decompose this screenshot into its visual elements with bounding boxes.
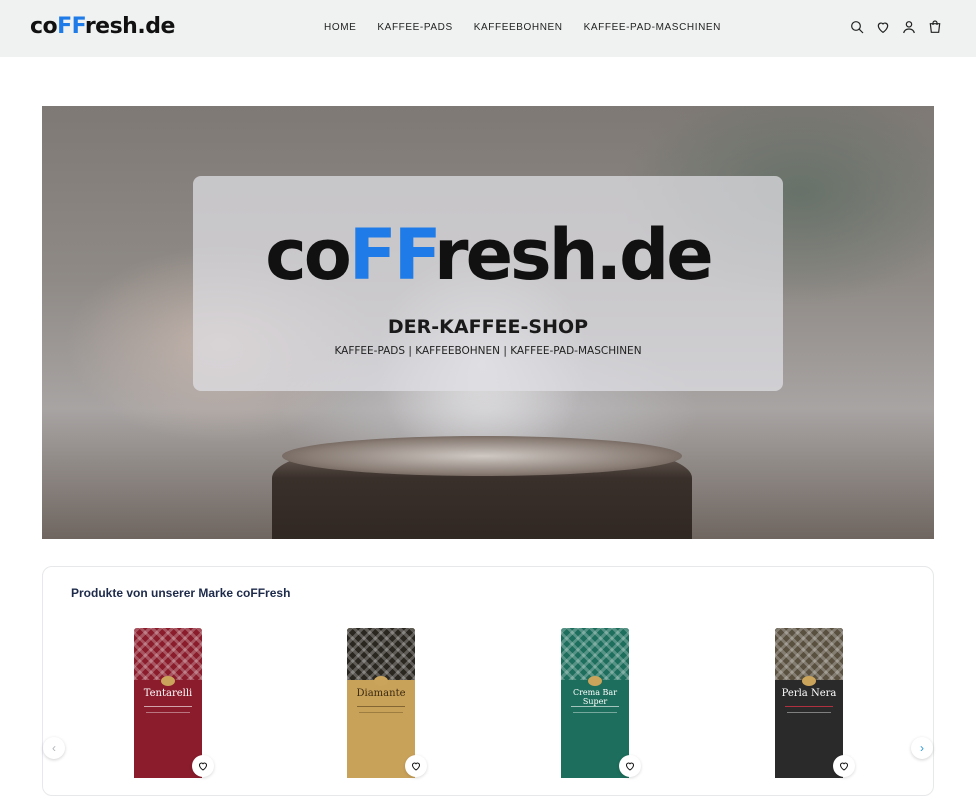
carousel-prev-button[interactable]: ‹ bbox=[43, 737, 65, 759]
search-icon[interactable] bbox=[849, 19, 865, 35]
product-card[interactable]: Tentarelli bbox=[107, 625, 227, 778]
cart-icon[interactable] bbox=[927, 19, 943, 35]
bag-pattern bbox=[775, 628, 843, 680]
bag-divider bbox=[146, 712, 190, 713]
product-name: Diamante bbox=[356, 688, 406, 699]
wishlist-button[interactable] bbox=[619, 755, 641, 777]
product-name: Crema Bar Super bbox=[572, 688, 618, 706]
bag-divider bbox=[787, 712, 831, 713]
product-name: Perla Nera bbox=[781, 688, 837, 699]
bag-badge bbox=[374, 676, 388, 686]
bag-divider bbox=[359, 712, 403, 713]
hero-banner: coFFresh.de DER-KAFFEE-SHOP KAFFEE-PADS … bbox=[42, 106, 934, 539]
section-title: Produkte von unserer Marke coFFresh bbox=[71, 586, 291, 600]
bag-divider bbox=[144, 706, 192, 707]
logo-text-suffix: resh.de bbox=[84, 14, 176, 39]
heart-icon bbox=[839, 762, 849, 771]
bag-badge bbox=[161, 676, 175, 686]
hero-text-panel: coFFresh.de DER-KAFFEE-SHOP KAFFEE-PADS … bbox=[193, 176, 783, 391]
product-card[interactable]: Crema Bar Super bbox=[534, 625, 654, 778]
product-image[interactable]: Crema Bar Super bbox=[561, 628, 629, 778]
hero-logo-highlight: FF bbox=[348, 214, 437, 296]
main-nav: HOME KAFFEE-PADS KAFFEEBOHNEN KAFFEE-PAD… bbox=[324, 22, 742, 33]
brand-products-section: Produkte von unserer Marke coFFresh ‹ Te… bbox=[42, 566, 934, 796]
hero-logo: coFFresh.de bbox=[193, 214, 783, 296]
nav-home[interactable]: HOME bbox=[324, 22, 356, 33]
bag-divider bbox=[357, 706, 405, 707]
heart-icon bbox=[411, 762, 421, 771]
product-card[interactable]: Perla Nera bbox=[748, 625, 868, 778]
hero-logo-suffix: resh.de bbox=[434, 214, 714, 296]
bag-badge bbox=[802, 676, 816, 686]
product-image[interactable]: Perla Nera bbox=[775, 628, 843, 778]
bag-divider bbox=[785, 706, 833, 707]
heart-icon bbox=[198, 762, 208, 771]
product-card[interactable]: Diamante bbox=[320, 625, 440, 778]
carousel-next-button[interactable]: › bbox=[911, 737, 933, 759]
chevron-right-icon: › bbox=[920, 741, 924, 755]
header-icons bbox=[849, 19, 943, 35]
site-logo[interactable]: coFFresh.de bbox=[30, 14, 175, 39]
chevron-left-icon: ‹ bbox=[52, 741, 56, 755]
logo-text-highlight: FF bbox=[57, 14, 85, 39]
nav-kaffee-pads[interactable]: KAFFEE-PADS bbox=[377, 22, 452, 33]
bag-badge bbox=[588, 676, 602, 686]
bag-divider bbox=[571, 706, 619, 707]
hero-logo-prefix: co bbox=[265, 214, 352, 296]
hero-categories: KAFFEE-PADS | KAFFEEBOHNEN | KAFFEE-PAD-… bbox=[334, 345, 642, 357]
bag-pattern bbox=[561, 628, 629, 680]
nav-kaffeebohnen[interactable]: KAFFEEBOHNEN bbox=[474, 22, 563, 33]
product-image[interactable]: Tentarelli bbox=[134, 628, 202, 778]
coffee-cup-rim bbox=[282, 436, 682, 476]
wishlist-button[interactable] bbox=[833, 755, 855, 777]
product-image[interactable]: Diamante bbox=[347, 628, 415, 778]
heart-icon bbox=[625, 762, 635, 771]
heart-icon[interactable] bbox=[875, 19, 891, 35]
bag-pattern bbox=[347, 628, 415, 680]
wishlist-button[interactable] bbox=[192, 755, 214, 777]
user-icon[interactable] bbox=[901, 19, 917, 35]
wishlist-button[interactable] bbox=[405, 755, 427, 777]
product-name: Tentarelli bbox=[143, 688, 193, 699]
hero-subtitle: DER-KAFFEE-SHOP bbox=[387, 316, 589, 338]
logo-text-prefix: co bbox=[30, 14, 58, 39]
nav-kaffee-pad-maschinen[interactable]: KAFFEE-PAD-MASCHINEN bbox=[584, 22, 721, 33]
bag-divider bbox=[573, 712, 617, 713]
bag-pattern bbox=[134, 628, 202, 680]
site-header: coFFresh.de HOME KAFFEE-PADS KAFFEEBOHNE… bbox=[0, 0, 976, 57]
